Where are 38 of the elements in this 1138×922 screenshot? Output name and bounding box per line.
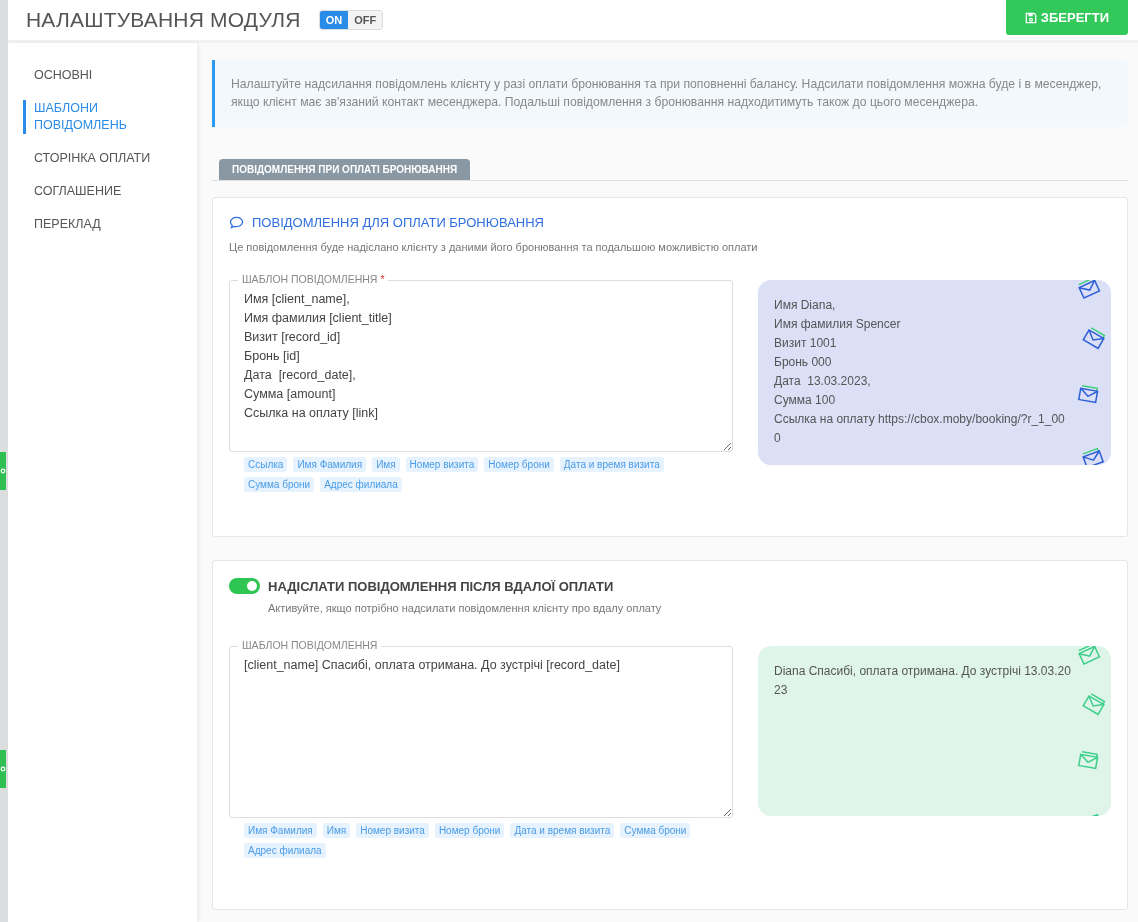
section-title: ПОВІДОМЛЕННЯ ДЛЯ ОПЛАТИ БРОНЮВАННЯ [252,215,544,230]
tab[interactable]: ПОВІДОМЛЕННЯ ПРИ ОПЛАТІ БРОНЮВАННЯ [219,159,471,180]
switch-option[interactable]: ON [319,11,349,29]
on-off-switch[interactable]: ON OFF [318,10,384,30]
switch-option[interactable]: OFF [348,11,383,29]
speech-bubble-icon [229,216,244,229]
variable-tag[interactable]: Сумма брони [244,477,315,492]
variable-tag[interactable]: Сумма брони [620,823,691,838]
sidebar-item[interactable]: ОСНОВНІ [23,67,93,84]
variable-tag[interactable]: Номер брони [434,823,505,838]
preview-text: Diana Спасибі, оплата отримана. До зустрічі 13.03.2023 [774,663,1071,699]
toggle-switch[interactable] [229,578,260,594]
sidebar-item[interactable]: ШАБЛОНИ ПОВІДОМЛЕНЬ [23,100,144,134]
variable-tag[interactable]: Дата и время визита [510,823,615,838]
envelope-icon [1076,748,1101,771]
variable-tag[interactable]: Номер брони [484,457,554,472]
variable-tag[interactable]: Номер визита [356,823,429,838]
variable-tag[interactable]: Имя Фамилия [293,457,367,472]
sidebar-item[interactable]: СТОРІНКА ОПЛАТИ [23,150,151,167]
save-button[interactable]: ЗБЕРЕГТИ [1005,0,1128,35]
variable-tag[interactable]: Адрес филиала [244,843,326,858]
preview-text: Имя Diana, Имя фамилия Spencer Визит 1001 Бронь 000 Дата 13.03.2023, Сумма 100 Ссылка на оплату https://cbox.moby/booking/?r_1_000 [774,297,1066,447]
info-note: Налаштуйте надсилання повідомлень клієнту у разі оплати бронювання та при поповненні балансу. Надсилати повідомлення можна буде і в месенджер, якщо клієнт має зв'язаний контакт месенджера. Подальші повідомлення з бронювання надходитимуть також до цього месенджера. [212,60,1128,127]
variable-tag[interactable]: Имя Фамилия [244,823,317,838]
section-description: Активуйте, якщо потрібно надсилати повідомлення клієнту про вдалу оплату [268,602,663,614]
section-title: НАДІСЛАТИ ПОВІДОМЛЕННЯ ПІСЛЯ ВДАЛОЇ ОПЛАТИ [268,578,614,594]
variable-tag[interactable]: Номер визита [405,457,479,472]
envelope-icon [1079,445,1106,465]
variable-tag[interactable]: Ссылка [244,457,288,472]
variable-tag[interactable]: Адрес филиала [320,477,402,492]
variable-tag[interactable]: Дата и время визита [559,457,664,472]
sidebar-item[interactable]: ПЕРЕКЛАД [23,216,101,233]
page-title: НАЛАШТУВАННЯ МОДУЛЯ [26,8,301,32]
variable-tag[interactable]: Имя [372,457,400,472]
section-description: Це повідомлення буде надіслано клієнту з даними його бронювання та подальшою можливістю оплати [229,241,759,253]
sidebar-item[interactable]: СОГЛАШЕНИЕ [23,183,122,200]
envelope-icon [1076,382,1101,405]
variable-tag[interactable]: Имя [322,823,351,838]
